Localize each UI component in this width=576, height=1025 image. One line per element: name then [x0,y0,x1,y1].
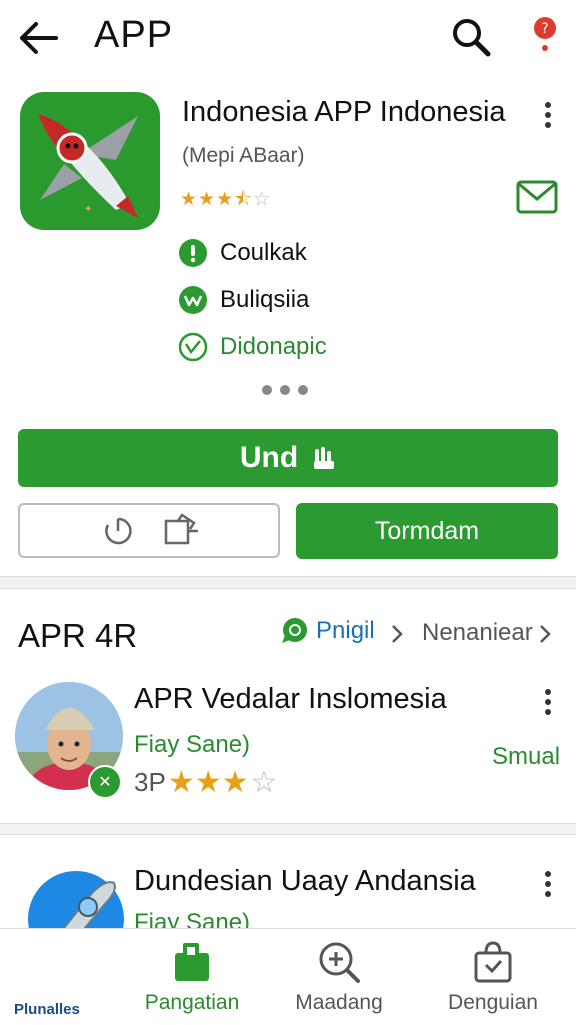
install-button-label: Und [239,441,299,474]
rating-stars-filled: ★★★ [167,766,249,799]
section-link-label: Pnigil [316,617,375,644]
exclamation-icon [179,239,207,267]
section-link-nenaniear[interactable]: Nenaniear [422,619,533,647]
feature-item: Coulkak [178,236,307,270]
app-subtitle: (Mepi ABaar) [182,144,305,167]
share-card-icon [164,513,198,545]
w-badge-icon [179,286,207,314]
chevron-right-icon[interactable] [538,623,552,645]
bottom-navigation: Plunalles Pangatian Maadang Denguian [0,928,576,1025]
feature-item: Buliqsiia [178,283,309,317]
page-title: APP [94,14,174,56]
nav-item-pangatian[interactable]: Pangatian [117,929,267,1025]
review-title: APR Vedalar Inslomesia [134,683,447,715]
rating-prefix: 3P [134,767,166,797]
nav-label: Pangatian [144,991,240,1014]
svg-text:?: ? [541,21,548,37]
notification-pin-icon[interactable]: ? [528,14,562,60]
chat-bubble-icon [282,618,307,643]
section-title: APR 4R [18,617,138,654]
zoom-in-icon [319,942,360,983]
shield-check-icon [178,332,208,362]
top-app-bar: APP ? [0,0,576,78]
app-rating-stars: ★★★⯪☆ [180,189,272,210]
shopping-bag-icon [474,941,512,983]
bag-icon [175,943,209,981]
app-icon[interactable]: ✦ [20,92,160,230]
app-name: Indonesia APP Indonesia [182,96,506,128]
feature-label: Coulkak [220,239,307,266]
hand-icon [314,447,335,469]
rocket-fish-icon: ✦ [38,114,138,218]
review-section-card: APR 4R Pnigil Nenaniear ✕ APR Vedalar In… [0,588,576,824]
app-detail-card: ✦ Indonesia APP Indonesia (Mepi ABaar) ★… [0,78,576,577]
back-arrow-icon[interactable] [14,16,62,60]
nav-label: Plunalles [14,1001,80,1018]
nav-label: Denguian [448,991,538,1014]
review-subtitle: Fiay Sane) [134,731,251,758]
nav-item-denguian[interactable]: Denguian [418,929,568,1025]
open-button[interactable]: Tormdam [296,503,558,559]
review-rating: 3P ★★★ ☆ [134,765,277,800]
nav-label: Maadang [295,991,383,1014]
app-list-title: Dundesian Uaay Andansia [134,865,476,897]
chevron-right-icon[interactable] [390,623,404,645]
pagination-dots[interactable] [262,385,308,395]
search-icon[interactable] [448,14,494,60]
review-action-link[interactable]: Smual [492,743,560,771]
feature-label: Didonapic [220,333,327,360]
rating-stars-empty: ☆ [250,766,278,799]
verified-badge-icon: ✕ [88,765,122,799]
mail-icon[interactable] [516,180,558,214]
more-options-icon[interactable] [538,869,558,899]
more-options-icon[interactable] [538,100,558,130]
refresh-icon [105,517,132,545]
section-link-pnigil[interactable]: Pnigil [278,615,375,647]
more-options-icon[interactable] [538,687,558,717]
feature-label: Buliqsiia [220,286,310,313]
svg-text:✦: ✦ [84,204,92,215]
install-button[interactable]: Und [18,429,558,487]
share-actions-button[interactable] [18,503,280,558]
feature-item: Didonapic [178,330,327,364]
nav-item-maadang[interactable]: Maadang [264,929,414,1025]
